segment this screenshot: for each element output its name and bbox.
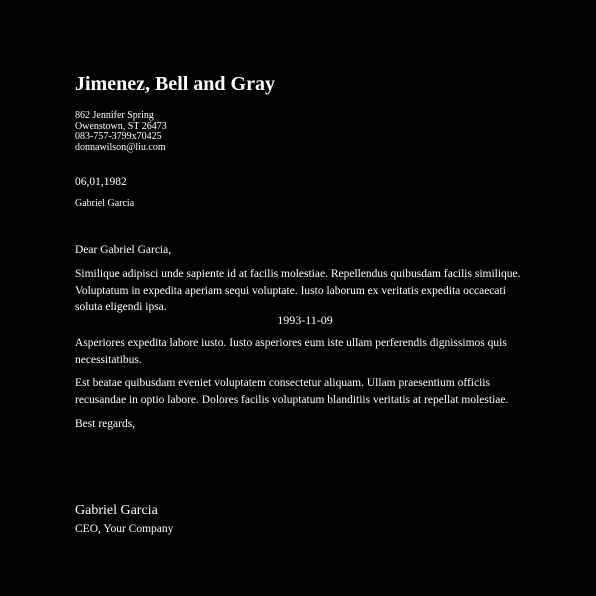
closing: Best regards,: [75, 418, 136, 430]
company-name: Jimenez, Bell and Gray: [75, 73, 275, 95]
sender-address: 862 Jennifer Spring Owenstown, ST 26473 …: [75, 110, 167, 153]
address-email: donnawilson@liu.com: [75, 141, 166, 153]
centered-date: 1993-11-09: [277, 313, 333, 327]
body-paragraph-3: Est beatae quibusdam eveniet voluptatem …: [75, 377, 509, 406]
letter-date: 06,01,1982: [75, 176, 127, 188]
address-phone: 083-757-3799x70425: [75, 131, 162, 142]
body-paragraph-1: Similique adipisci unde sapiente id at f…: [75, 268, 521, 313]
salutation: Dear Gabriel Garcia,: [75, 244, 172, 256]
body-paragraph-2: Asperiores expedita labore iusto. Iusto …: [75, 337, 507, 366]
signature-name: Gabriel Garcia: [75, 503, 158, 518]
recipient-name: Gabriel Garcia: [75, 198, 135, 209]
address-street: 862 Jennifer Spring: [75, 110, 154, 121]
signature-title: CEO, Your Company: [75, 523, 174, 535]
